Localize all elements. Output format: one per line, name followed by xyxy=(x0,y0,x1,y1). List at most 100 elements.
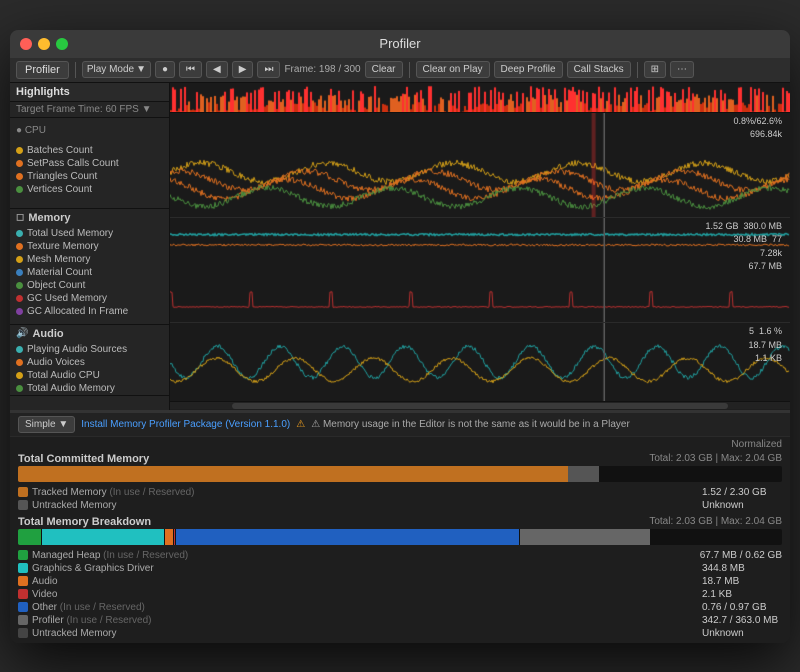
audio-breakdown-value: 18.7 MB xyxy=(702,576,782,587)
metric-material[interactable]: Material Count xyxy=(10,266,169,279)
audio-section: 🔊 Audio Playing Audio Sources Audio Voic… xyxy=(10,325,169,396)
simple-dropdown[interactable]: Simple ▼ xyxy=(18,416,75,433)
more-btn[interactable]: ⋯ xyxy=(670,61,694,78)
metric-triangles[interactable]: Triangles Count xyxy=(10,170,169,183)
batches-label: Batches Count xyxy=(27,145,93,156)
audio-breakdown-row: Audio 18.7 MB xyxy=(10,575,790,588)
breakdown-bar-fill xyxy=(18,529,782,545)
managed-heap-color xyxy=(18,550,28,560)
graphics-value: 344.8 MB xyxy=(702,563,782,574)
total-memory-dot xyxy=(16,230,23,237)
untracked-bd-label: Untracked Memory xyxy=(32,628,698,639)
chart-scrollbar-thumb[interactable] xyxy=(232,403,728,409)
managed-heap-value: 67.7 MB / 0.62 GB xyxy=(700,550,782,561)
metric-audio-voices[interactable]: Audio Voices xyxy=(10,356,169,369)
chart-panels: 0.8%/62.6% 696.84k 1.52 GB 380.0 MB 30.8… xyxy=(170,83,790,410)
profiler-bar xyxy=(520,529,650,545)
record-btn[interactable]: ● xyxy=(155,61,175,78)
frame-info: Frame: 198 / 300 xyxy=(284,64,360,75)
audio-memory-dot xyxy=(16,385,23,392)
vertices-label: Vertices Count xyxy=(27,184,92,195)
committed-title-row: Total Committed Memory Total: 2.03 GB | … xyxy=(10,452,790,466)
step-back-btn[interactable]: ◀ xyxy=(206,61,228,78)
triangles-dot xyxy=(16,173,23,180)
metric-audio-cpu[interactable]: Total Audio CPU xyxy=(10,369,169,382)
metric-gc-frame[interactable]: GC Allocated In Frame xyxy=(10,305,169,318)
charts-area: Highlights Target Frame Time: 60 FPS ▼ ●… xyxy=(10,83,790,410)
other-bar xyxy=(176,529,520,545)
left-sidebar: Highlights Target Frame Time: 60 FPS ▼ ●… xyxy=(10,83,170,410)
highlights-header: Highlights xyxy=(10,83,169,102)
material-dot xyxy=(16,269,23,276)
metric-mesh[interactable]: Mesh Memory xyxy=(10,253,169,266)
committed-bar xyxy=(10,466,790,486)
metric-batches[interactable]: Batches Count xyxy=(10,144,169,157)
metric-total-memory[interactable]: Total Used Memory xyxy=(10,227,169,240)
install-label[interactable]: Install Memory Profiler Package (Version… xyxy=(81,419,290,430)
mesh-label: Mesh Memory xyxy=(27,254,90,265)
stats-panel: Simple ▼ Install Memory Profiler Package… xyxy=(10,413,790,643)
untracked-color xyxy=(18,500,28,510)
cursor-line-3 xyxy=(604,323,605,401)
profiler-row: Profiler (In use / Reserved) 342.7 / 363… xyxy=(10,614,790,627)
other-value: 0.76 / 0.97 GB xyxy=(702,602,782,613)
object-label: Object Count xyxy=(27,280,85,291)
committed-untracked-fill xyxy=(568,466,599,482)
memory-icon: ◻ xyxy=(16,212,24,223)
layout-btn[interactable]: ⊞ xyxy=(644,61,666,78)
other-row: Other (In use / Reserved) 0.76 / 0.97 GB xyxy=(10,601,790,614)
audio-breakdown-color xyxy=(18,576,28,586)
metric-texture[interactable]: Texture Memory xyxy=(10,240,169,253)
warning-text: ⚠ Memory usage in the Editor is not the … xyxy=(311,419,630,430)
minimize-button[interactable] xyxy=(38,38,50,50)
metric-vertices[interactable]: Vertices Count xyxy=(10,183,169,196)
traffic-lights xyxy=(20,38,68,50)
play-mode-dropdown[interactable]: Play Mode ▼ xyxy=(82,61,151,78)
prev-frame-btn[interactable]: ⏮ xyxy=(179,61,202,78)
highlight-chart-area: 0.8%/62.6% 696.84k xyxy=(170,113,790,218)
metric-audio-sources[interactable]: Playing Audio Sources xyxy=(10,343,169,356)
triangles-label: Triangles Count xyxy=(27,171,97,182)
maximize-button[interactable] xyxy=(56,38,68,50)
profiler-sublabel: (In use / Reserved) xyxy=(66,615,151,626)
managed-heap-row: Managed Heap (In use / Reserved) 67.7 MB… xyxy=(10,549,790,562)
call-stacks-btn[interactable]: Call Stacks xyxy=(567,61,631,78)
untracked-committed-row: Untracked Memory Unknown xyxy=(10,499,790,512)
metric-gc-used[interactable]: GC Used Memory xyxy=(10,292,169,305)
toolbar-separator-3 xyxy=(637,62,638,78)
highlights-section: Highlights Target Frame Time: 60 FPS ▼ ●… xyxy=(10,83,169,209)
target-frame[interactable]: Target Frame Time: 60 FPS ▼ xyxy=(10,102,169,118)
close-button[interactable] xyxy=(20,38,32,50)
memory-section: ◻ Memory Total Used Memory Texture Memor… xyxy=(10,209,169,325)
metric-setpass[interactable]: SetPass Calls Count xyxy=(10,157,169,170)
object-dot xyxy=(16,282,23,289)
step-fwd-btn[interactable]: ▶ xyxy=(232,61,254,78)
next-frame-btn[interactable]: ⏭ xyxy=(257,61,280,78)
memory-chart-area: 1.52 GB 380.0 MB 30.8 MB 77 7.28k 67.7 M… xyxy=(170,218,790,323)
graphics-label: Graphics & Graphics Driver xyxy=(32,563,698,574)
texture-label: Texture Memory xyxy=(27,241,99,252)
video-row: Video 2.1 KB xyxy=(10,588,790,601)
audio-voices-dot xyxy=(16,359,23,366)
normalized-label: Normalized xyxy=(731,439,782,450)
window-title: Profiler xyxy=(22,36,778,51)
toolbar-separator-2 xyxy=(409,62,410,78)
profiler-tab[interactable]: Profiler xyxy=(16,61,69,79)
setpass-dot xyxy=(16,160,23,167)
metric-object[interactable]: Object Count xyxy=(10,279,169,292)
video-value: 2.1 KB xyxy=(702,589,782,600)
clear-on-play-btn[interactable]: Clear on Play xyxy=(416,61,490,78)
committed-bar-bg xyxy=(18,466,782,482)
memory-title: Memory xyxy=(28,212,70,224)
deep-profile-btn[interactable]: Deep Profile xyxy=(494,61,563,78)
clear-btn[interactable]: Clear xyxy=(365,61,403,78)
audio-breakdown-label: Audio xyxy=(32,576,698,587)
audio-header: 🔊 Audio xyxy=(10,325,169,343)
untracked-bd-value: Unknown xyxy=(702,628,782,639)
managed-heap-label: Managed Heap (In use / Reserved) xyxy=(32,550,696,561)
chart-scrollbar[interactable] xyxy=(170,401,790,409)
timeline-canvas xyxy=(170,83,790,113)
warning-icon: ⚠ xyxy=(296,419,305,430)
audio-chart-area: 5 1.6 % 18.7 MB 1.1 KB xyxy=(170,323,790,401)
metric-audio-memory[interactable]: Total Audio Memory xyxy=(10,382,169,395)
